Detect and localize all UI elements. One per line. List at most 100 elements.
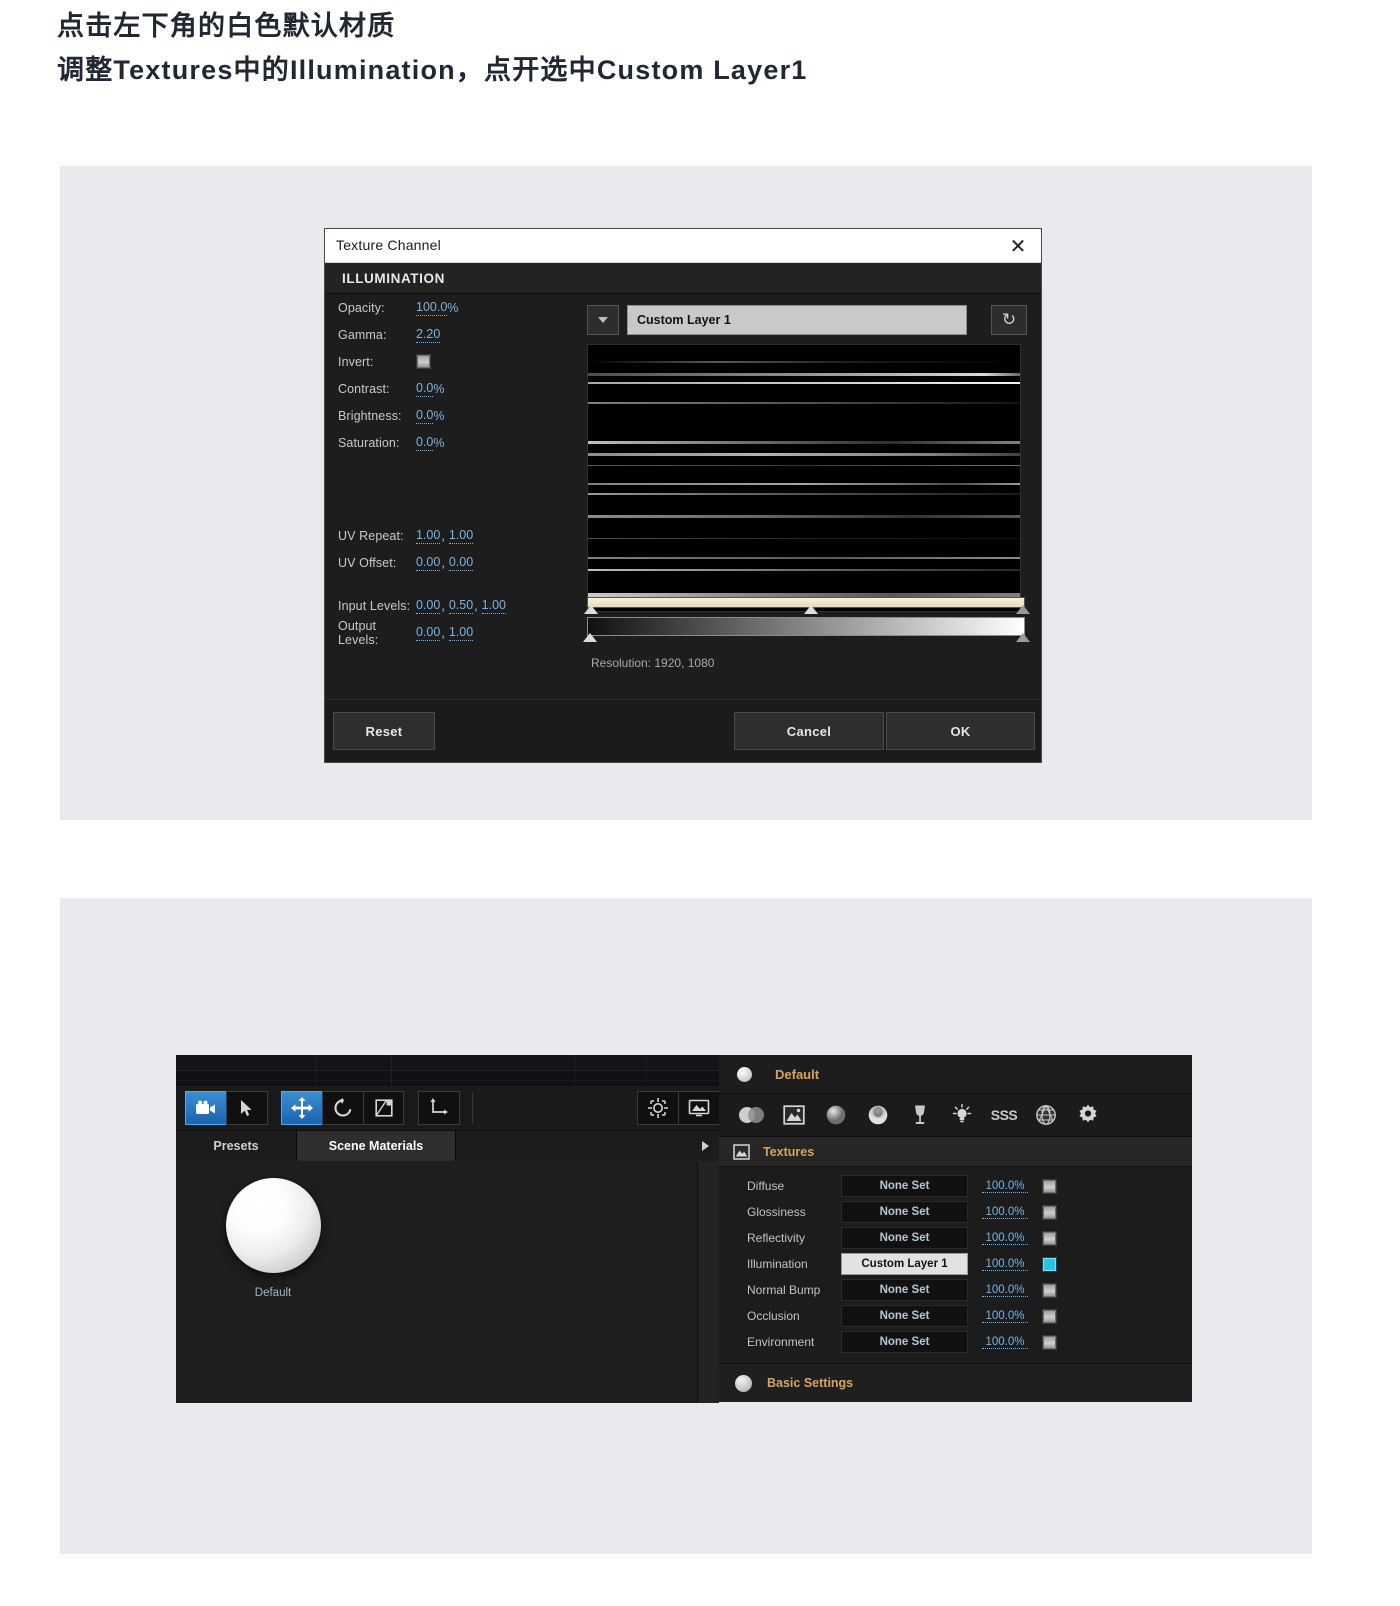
texture-map-button[interactable]: None Set (841, 1201, 968, 1223)
texture-right-column: Custom Layer 1 ↻ (587, 294, 1041, 612)
texture-enable-checkbox[interactable] (1042, 1230, 1057, 1246)
texture-map-button[interactable]: None Set (841, 1175, 968, 1197)
material-swatch-default[interactable]: Default (208, 1178, 338, 1299)
texture-enable-checkbox[interactable] (1042, 1178, 1057, 1194)
camera-tool-icon[interactable] (185, 1091, 227, 1125)
gamma-value[interactable]: 2.20 (416, 327, 441, 343)
textures-image-icon (733, 1143, 750, 1160)
chevron-right-icon (702, 1141, 709, 1151)
texture-map-button[interactable]: None Set (841, 1305, 968, 1327)
input-level-black[interactable]: 0.00 (416, 598, 441, 614)
tab-presets[interactable]: Presets (176, 1131, 297, 1161)
texture-amount-value[interactable]: 100.0% (982, 1206, 1028, 1219)
texture-enable-checkbox[interactable] (1042, 1282, 1057, 1298)
texture-amount-value[interactable]: 100.0% (982, 1310, 1028, 1323)
rotate-tool-icon[interactable] (321, 1091, 364, 1125)
sss-icon[interactable]: SSS (983, 1099, 1025, 1131)
texture-enable-checkbox[interactable] (1042, 1204, 1057, 1220)
textures-section-header[interactable]: Textures (719, 1137, 1192, 1167)
focus-target-icon[interactable] (637, 1091, 680, 1125)
separator: , (441, 598, 445, 613)
input-black-handle[interactable] (584, 605, 598, 614)
streak (588, 557, 1020, 559)
grid-line (574, 1055, 575, 1086)
saturation-value[interactable]: 0.0 (416, 435, 434, 451)
cancel-button[interactable]: Cancel (734, 712, 884, 750)
texture-enable-checkbox[interactable] (1042, 1308, 1057, 1324)
material-browser-panel: Presets Scene Materials Default (176, 1055, 720, 1403)
texture-amount-value[interactable]: 100.0% (982, 1284, 1028, 1297)
pivot-axis-icon[interactable] (417, 1091, 460, 1125)
texture-map-button[interactable]: None Set (841, 1331, 968, 1353)
texture-rows-list: Diffuse None Set 100.0% Glossiness None … (719, 1167, 1192, 1363)
output-black-handle[interactable] (583, 633, 597, 642)
texture-preview[interactable] (587, 344, 1021, 612)
param-row-saturation: Saturation: 0.0 % (325, 429, 583, 456)
streak (588, 441, 1020, 444)
brightness-value[interactable]: 0.0 (416, 408, 434, 424)
texture-map-button[interactable]: Custom Layer 1 (841, 1253, 968, 1275)
resolution-label: Resolution: 1920, 1080 (591, 656, 715, 670)
invert-checkbox[interactable] (416, 354, 431, 369)
contrast-suffix: % (433, 381, 445, 396)
input-level-white[interactable]: 1.00 (481, 598, 506, 614)
input-mid-handle[interactable] (804, 605, 818, 614)
reset-button[interactable]: Reset (333, 712, 435, 750)
reflectivity-sphere-icon[interactable] (857, 1099, 899, 1131)
output-levels-slider[interactable] (583, 617, 1030, 642)
refresh-icon[interactable]: ↻ (991, 305, 1027, 335)
dialog-body: Opacity: 100.0 % Gamma: 2.20 Invert: Con… (325, 294, 1041, 699)
param-label: Input Levels: (338, 598, 411, 613)
contrast-value[interactable]: 0.0 (416, 381, 434, 397)
texture-row-label: Glossiness (747, 1205, 806, 1219)
refraction-glass-icon[interactable] (899, 1099, 941, 1131)
ok-button[interactable]: OK (886, 712, 1035, 750)
uv-repeat-v[interactable]: 1.00 (448, 528, 474, 544)
scale-tool-icon[interactable] (362, 1091, 405, 1125)
texture-row: Environment None Set 100.0% (719, 1329, 1192, 1355)
texture-amount-value[interactable]: 100.0% (982, 1232, 1028, 1245)
texture-amount-value[interactable]: 100.0% (982, 1258, 1028, 1271)
uv-offset-u[interactable]: 0.00 (416, 555, 441, 571)
texture-map-button[interactable]: None Set (841, 1227, 968, 1249)
move-tool-icon[interactable] (280, 1091, 323, 1125)
grid-line (646, 1055, 647, 1086)
select-tool-icon[interactable] (225, 1091, 268, 1125)
texture-enable-checkbox[interactable] (1042, 1256, 1057, 1272)
layer-name-field[interactable]: Custom Layer 1 (627, 305, 967, 335)
output-level-black[interactable]: 0.00 (416, 625, 441, 641)
diffuse-sphere-icon[interactable] (815, 1099, 857, 1131)
close-icon[interactable]: ✕ (1001, 232, 1035, 259)
basic-settings-section-header[interactable]: Basic Settings (719, 1363, 1192, 1402)
tab-overflow-area[interactable] (456, 1131, 719, 1161)
illumination-bulb-icon[interactable] (941, 1099, 983, 1131)
render-view-icon[interactable] (678, 1091, 720, 1125)
chevron-down-icon[interactable] (587, 305, 619, 335)
dialog-footer: Reset Cancel OK (325, 699, 1041, 762)
texture-amount-value[interactable]: 100.0% (982, 1180, 1028, 1193)
streak (588, 483, 1020, 485)
output-white-handle[interactable] (1016, 633, 1030, 642)
param-label: Opacity: (338, 300, 385, 315)
wireframe-globe-icon[interactable] (1025, 1099, 1067, 1131)
gear-icon[interactable] (1067, 1099, 1109, 1131)
texture-row: Diffuse None Set 100.0% (719, 1173, 1192, 1199)
layer-selector-bar: Custom Layer 1 ↻ (587, 294, 1041, 335)
uv-repeat-u[interactable]: 1.00 (416, 528, 441, 544)
opacity-value[interactable]: 100.0 (416, 300, 448, 316)
streak (588, 402, 1020, 404)
input-white-handle[interactable] (1016, 605, 1030, 614)
textures-image-icon[interactable] (773, 1099, 815, 1131)
swatch-scrollbar[interactable] (697, 1161, 719, 1403)
param-row-uv-repeat: UV Repeat: 1.00 , 1.00 (325, 522, 583, 549)
texture-enable-checkbox[interactable] (1042, 1334, 1057, 1350)
input-levels-slider[interactable] (584, 597, 1030, 614)
input-level-mid[interactable]: 0.50 (448, 598, 474, 614)
texture-amount-value[interactable]: 100.0% (982, 1336, 1028, 1349)
opacity-circles-icon[interactable] (731, 1099, 773, 1131)
output-level-white[interactable]: 1.00 (448, 625, 474, 641)
texture-map-button[interactable]: None Set (841, 1279, 968, 1301)
texture-row: Glossiness None Set 100.0% (719, 1199, 1192, 1225)
uv-offset-v[interactable]: 0.00 (448, 555, 474, 571)
tab-scene-materials[interactable]: Scene Materials (297, 1131, 456, 1161)
